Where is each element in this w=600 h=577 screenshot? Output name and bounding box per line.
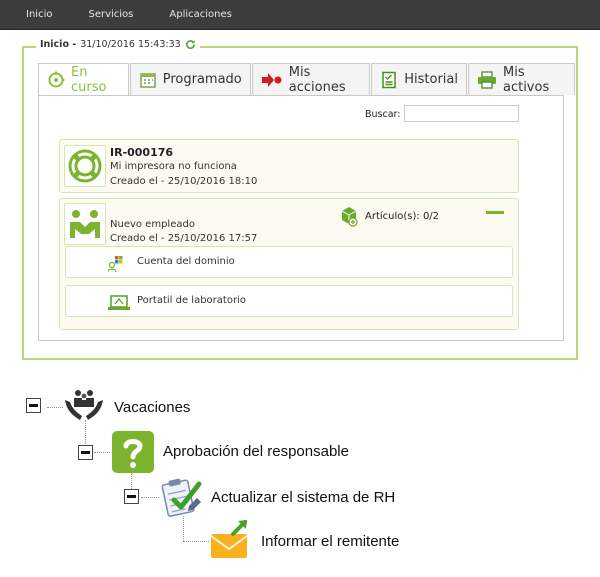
nav-servicios[interactable]: Servicios xyxy=(88,9,133,20)
request-id: IR-000176 xyxy=(110,146,174,159)
request-title: Nuevo empleado xyxy=(110,219,195,230)
tab-panel-en-curso: Buscar: IR-000176 Mi impresora no funcio… xyxy=(38,95,564,341)
request-icon-box xyxy=(64,145,106,187)
request-card[interactable]: Nuevo empleado Creado el - 25/10/2016 17… xyxy=(59,198,519,330)
checklist-icon xyxy=(161,478,202,517)
tab-en-curso[interactable]: En curso xyxy=(38,63,129,96)
home-panel: Inicio - 31/10/2016 15:43:33 En curso Pr… xyxy=(22,39,578,360)
item-label: Portatil de laboratorio xyxy=(137,295,246,306)
request-title: Mi impresora no funciona xyxy=(110,161,237,172)
collapse-toggle[interactable] xyxy=(124,489,139,504)
tree-node-label[interactable]: Informar el remitente xyxy=(261,533,399,550)
printer-icon xyxy=(477,70,496,89)
actions-icon xyxy=(261,72,282,87)
nav-aplicaciones[interactable]: Aplicaciones xyxy=(169,9,231,20)
collapse-button[interactable] xyxy=(486,211,504,214)
tab-label: Mis acciones xyxy=(288,64,346,95)
tab-label: Mis activos xyxy=(502,64,550,95)
history-icon xyxy=(382,71,396,88)
tree-connector xyxy=(183,516,184,541)
handshake-icon xyxy=(70,210,100,238)
lifebuoy-icon xyxy=(68,149,102,183)
search-input[interactable] xyxy=(404,105,519,122)
request-icon-box xyxy=(64,203,106,245)
package-icon xyxy=(341,207,358,227)
panel-legend: Inicio - 31/10/2016 15:43:33 xyxy=(36,39,200,50)
tab-programado[interactable]: Programado xyxy=(129,63,251,95)
activity-icon xyxy=(48,71,65,88)
top-nav-bar: Inicio Servicios Aplicaciones xyxy=(0,0,600,30)
collapse-toggle[interactable] xyxy=(78,445,93,460)
question-icon xyxy=(112,431,154,473)
refresh-icon[interactable] xyxy=(185,39,196,50)
tab-label: En curso xyxy=(71,65,107,95)
tree-node-label[interactable]: Actualizar el sistema de RH xyxy=(211,489,395,506)
last-updated-timestamp: 31/10/2016 15:43:33 xyxy=(80,39,181,50)
tree-connector xyxy=(94,452,110,453)
people-hands-icon xyxy=(65,390,103,420)
tab-historial[interactable]: Historial xyxy=(371,63,467,95)
request-item[interactable]: Portatil de laboratorio xyxy=(65,285,513,317)
panel-title: Inicio - xyxy=(40,39,77,50)
tree-connector xyxy=(183,541,209,542)
tree-connector xyxy=(141,497,159,498)
envelope-icon xyxy=(210,520,248,558)
tab-mis-acciones[interactable]: Mis acciones xyxy=(251,63,371,95)
articles-indicator: Artículo(s): 0/2 xyxy=(339,205,439,227)
search-label: Buscar: xyxy=(365,109,401,120)
tree-node-label[interactable]: Aprobación del responsable xyxy=(163,443,349,460)
tree-connector xyxy=(47,407,63,408)
articles-count: Artículo(s): 0/2 xyxy=(365,210,440,222)
collapse-toggle[interactable] xyxy=(26,398,41,413)
tab-bar: En curso Programado Mis acciones Histori… xyxy=(38,63,576,96)
request-card[interactable]: IR-000176 Mi impresora no funciona Cread… xyxy=(59,139,519,193)
nav-inicio[interactable]: Inicio xyxy=(26,9,52,20)
item-label: Cuenta del dominio xyxy=(137,256,235,267)
tab-label: Programado xyxy=(162,72,242,87)
calendar-icon xyxy=(140,72,156,88)
request-created: Creado el - 25/10/2016 18:10 xyxy=(110,176,258,187)
request-item[interactable]: Cuenta del dominio xyxy=(65,246,513,278)
tab-mis-activos[interactable]: Mis activos xyxy=(467,63,576,95)
domain-account-icon xyxy=(108,256,123,272)
tab-label: Historial xyxy=(404,72,458,87)
request-created: Creado el - 25/10/2016 17:57 xyxy=(110,233,258,244)
tree-node-label[interactable]: Vacaciones xyxy=(114,399,190,416)
laptop-icon xyxy=(108,295,130,310)
